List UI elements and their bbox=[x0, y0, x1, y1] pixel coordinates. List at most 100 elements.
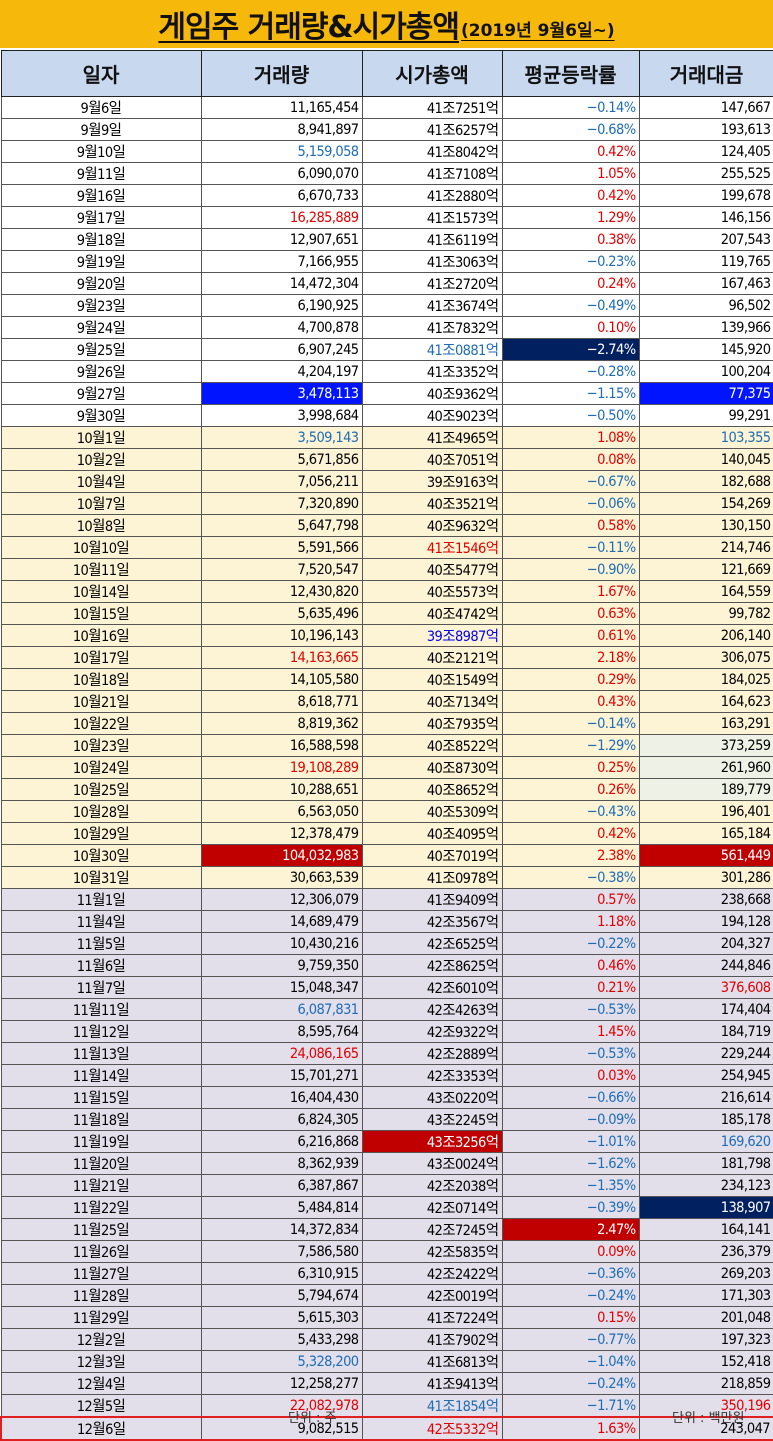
avg-change-cell: 0.42% bbox=[501, 822, 640, 845]
market-cap-cell: 41조6119억 bbox=[361, 228, 503, 251]
trading-value-cell: 193,613 bbox=[638, 118, 773, 141]
table-row: 9월23일 6,190,925 41조3674억 −0.49% 96,502 bbox=[0, 294, 773, 317]
trading-value-cell: 184,025 bbox=[638, 668, 773, 691]
volume-cell: 9,759,350 bbox=[200, 954, 363, 977]
trading-value-cell: 229,244 bbox=[638, 1042, 773, 1065]
date-cell: 10월10일 bbox=[0, 536, 202, 559]
avg-change-cell: −0.11% bbox=[501, 536, 640, 559]
date-cell: 10월4일 bbox=[0, 470, 202, 493]
header-row: 일자 거래량 시가총액 평균등락률 거래대금 bbox=[0, 50, 773, 97]
trading-value-cell: 165,184 bbox=[638, 822, 773, 845]
trading-value-cell: 121,669 bbox=[638, 558, 773, 581]
trading-value-cell: 216,614 bbox=[638, 1086, 773, 1109]
trading-value-cell: 167,463 bbox=[638, 272, 773, 295]
volume-cell: 15,048,347 bbox=[200, 976, 363, 999]
trading-value-cell: 152,418 bbox=[638, 1350, 773, 1373]
market-cap-cell: 40조7019억 bbox=[361, 844, 503, 867]
trading-value-cell: 306,075 bbox=[638, 646, 773, 669]
market-cap-cell: 41조1854억 bbox=[361, 1394, 503, 1418]
avg-change-cell: 2.47% bbox=[501, 1218, 640, 1241]
market-cap-cell: 41조1573억 bbox=[361, 206, 503, 229]
volume-cell: 16,588,598 bbox=[200, 734, 363, 757]
market-cap-cell: 41조7251억 bbox=[361, 96, 503, 119]
table-row: 10월25일 10,288,651 40조8652억 0.26% 189,779 bbox=[0, 778, 773, 801]
title-main: 게임주 거래량&시가총액 bbox=[158, 10, 460, 45]
date-cell: 9월19일 bbox=[0, 250, 202, 273]
date-cell: 11월21일 bbox=[0, 1174, 202, 1197]
trading-value-cell: 124,405 bbox=[638, 140, 773, 163]
date-cell: 10월28일 bbox=[0, 800, 202, 823]
market-cap-cell: 41조7902억 bbox=[361, 1328, 503, 1351]
trading-value-cell: 139,966 bbox=[638, 316, 773, 339]
table-row: 10월11일 7,520,547 40조5477억 −0.90% 121,669 bbox=[0, 558, 773, 581]
table-row: 10월17일 14,163,665 40조2121억 2.18% 306,075 bbox=[0, 646, 773, 669]
table-row: 11월5일 10,430,216 42조6525억 −0.22% 204,327 bbox=[0, 932, 773, 955]
market-cap-cell: 40조5477억 bbox=[361, 558, 503, 581]
volume-cell: 6,216,868 bbox=[200, 1130, 363, 1153]
avg-change-cell: −0.36% bbox=[501, 1262, 640, 1285]
table-row: 10월7일 7,320,890 40조3521억 −0.06% 154,269 bbox=[0, 492, 773, 515]
avg-change-cell: −0.09% bbox=[501, 1108, 640, 1131]
market-cap-cell: 40조4095억 bbox=[361, 822, 503, 845]
market-cap-cell: 40조7134억 bbox=[361, 690, 503, 713]
avg-change-cell: 1.05% bbox=[501, 162, 640, 185]
volume-cell: 4,700,878 bbox=[200, 316, 363, 339]
date-cell: 10월23일 bbox=[0, 734, 202, 757]
date-cell: 9월6일 bbox=[0, 96, 202, 119]
trading-value-cell: 234,123 bbox=[638, 1174, 773, 1197]
avg-change-cell: −0.68% bbox=[501, 118, 640, 141]
date-cell: 11월19일 bbox=[0, 1130, 202, 1153]
market-cap-cell: 43조3256억 bbox=[361, 1130, 503, 1153]
market-cap-cell: 42조2038억 bbox=[361, 1174, 503, 1197]
avg-change-cell: −1.35% bbox=[501, 1174, 640, 1197]
volume-cell: 7,320,890 bbox=[200, 492, 363, 515]
volume-cell: 6,087,831 bbox=[200, 998, 363, 1021]
trading-value-cell: 138,907 bbox=[638, 1196, 773, 1219]
volume-cell: 6,387,867 bbox=[200, 1174, 363, 1197]
date-cell: 10월8일 bbox=[0, 514, 202, 537]
date-cell: 9월18일 bbox=[0, 228, 202, 251]
trading-value-cell: 96,502 bbox=[638, 294, 773, 317]
trading-value-cell: 164,141 bbox=[638, 1218, 773, 1241]
date-cell: 10월11일 bbox=[0, 558, 202, 581]
avg-change-cell: −0.43% bbox=[501, 800, 640, 823]
footer-unit-shares: 단위 : 주 bbox=[288, 1411, 337, 1426]
volume-cell: 12,306,079 bbox=[200, 888, 363, 911]
date-cell: 9월26일 bbox=[0, 360, 202, 383]
footer-unit-million-won: 단위 : 백만원 bbox=[672, 1411, 745, 1426]
table-row: 12월2일 5,433,298 41조7902억 −0.77% 197,323 bbox=[0, 1328, 773, 1351]
avg-change-cell: −0.53% bbox=[501, 1042, 640, 1065]
market-cap-cell: 39조9163억 bbox=[361, 470, 503, 493]
volume-cell: 14,372,834 bbox=[200, 1218, 363, 1241]
table-row: 9월24일 4,700,878 41조7832억 0.10% 139,966 bbox=[0, 316, 773, 339]
market-cap-cell: 40조8652억 bbox=[361, 778, 503, 801]
date-cell: 9월11일 bbox=[0, 162, 202, 185]
volume-cell: 3,998,684 bbox=[200, 404, 363, 427]
market-cap-cell: 43조0220억 bbox=[361, 1086, 503, 1109]
avg-change-cell: −0.53% bbox=[501, 998, 640, 1021]
trading-value-cell: 100,204 bbox=[638, 360, 773, 383]
volume-cell: 5,591,566 bbox=[200, 536, 363, 559]
table-row: 10월4일 7,056,211 39조9163억 −0.67% 182,688 bbox=[0, 470, 773, 493]
trading-value-cell: 236,379 bbox=[638, 1240, 773, 1263]
trading-value-cell: 261,960 bbox=[638, 756, 773, 779]
volume-cell: 12,258,277 bbox=[200, 1372, 363, 1395]
market-cap-cell: 41조4965억 bbox=[361, 426, 503, 449]
avg-change-cell: 0.21% bbox=[501, 976, 640, 999]
table-row: 12월3일 5,328,200 41조6813억 −1.04% 152,418 bbox=[0, 1350, 773, 1373]
market-cap-cell: 41조6813억 bbox=[361, 1350, 503, 1373]
date-cell: 11월20일 bbox=[0, 1152, 202, 1175]
avg-change-cell: 1.67% bbox=[501, 580, 640, 603]
market-cap-cell: 40조5573억 bbox=[361, 580, 503, 603]
avg-change-cell: −0.24% bbox=[501, 1284, 640, 1307]
trading-value-cell: 196,401 bbox=[638, 800, 773, 823]
date-cell: 9월25일 bbox=[0, 338, 202, 361]
market-cap-cell: 41조7832억 bbox=[361, 316, 503, 339]
avg-change-cell: 0.43% bbox=[501, 690, 640, 713]
trading-value-cell: 154,269 bbox=[638, 492, 773, 515]
trading-value-cell: 269,203 bbox=[638, 1262, 773, 1285]
market-cap-cell: 40조3521억 bbox=[361, 492, 503, 515]
volume-cell: 7,166,955 bbox=[200, 250, 363, 273]
trading-value-cell: 197,323 bbox=[638, 1328, 773, 1351]
trading-value-cell: 201,048 bbox=[638, 1306, 773, 1329]
